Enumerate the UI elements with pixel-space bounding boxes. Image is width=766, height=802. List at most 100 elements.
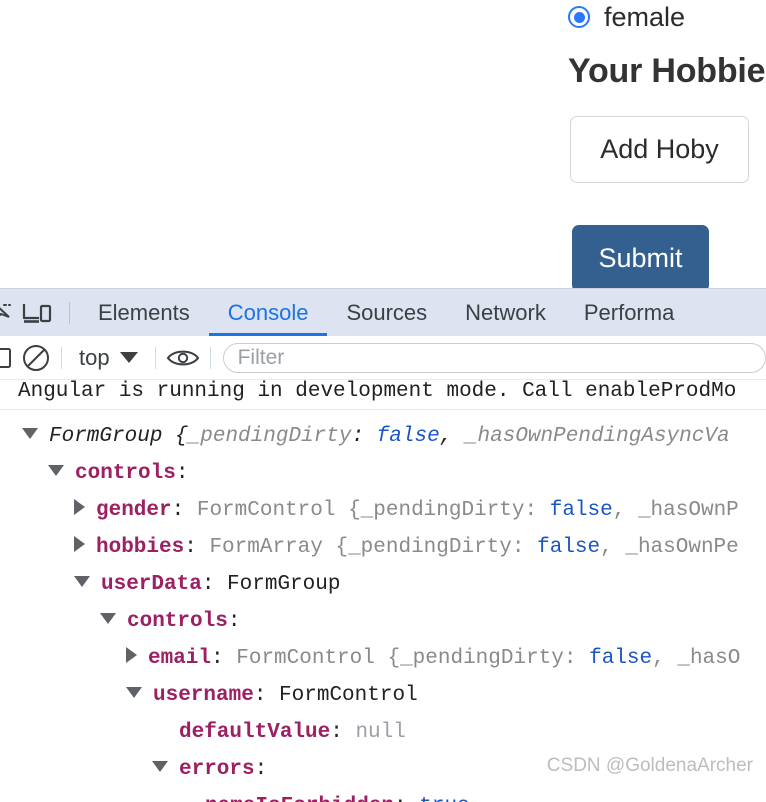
console-tree-token: _hasOwnPendingAsyncVa bbox=[464, 425, 730, 448]
console-tree-token: : bbox=[351, 425, 377, 448]
console-tree-row[interactable]: controls: bbox=[0, 455, 766, 492]
triangle-right-icon[interactable] bbox=[126, 647, 137, 664]
console-tree-token: _hasOwnPe bbox=[625, 536, 739, 559]
console-tree-token: false bbox=[589, 647, 653, 670]
screenshot-root: female Your Hobbies Add Hoby Submit Elem… bbox=[0, 0, 766, 802]
console-tree-token: , bbox=[439, 425, 465, 448]
tab-performance[interactable]: Performa bbox=[565, 289, 693, 336]
console-message-angular-dev-mode: Angular is running in development mode. … bbox=[0, 380, 766, 410]
add-hobby-button[interactable]: Add Hoby bbox=[570, 116, 749, 183]
console-tree-row[interactable]: username: FormControl bbox=[0, 677, 766, 714]
triangle-down-icon[interactable] bbox=[126, 686, 142, 698]
console-tree-row[interactable]: email: FormControl {_pendingDirty: false… bbox=[0, 640, 766, 677]
console-tree-row[interactable]: hobbies: FormArray {_pendingDirty: false… bbox=[0, 529, 766, 566]
radio-dot bbox=[573, 11, 585, 23]
live-expression-eye-icon[interactable] bbox=[156, 336, 210, 379]
console-tree-row[interactable]: errors: bbox=[0, 751, 766, 788]
devtools-panel: Elements Console Sources Network Perform… bbox=[0, 288, 766, 802]
clear-console-icon[interactable] bbox=[11, 336, 61, 379]
console-tree-token: username bbox=[153, 684, 254, 707]
console-sidebar-icon[interactable] bbox=[0, 336, 11, 379]
console-tree-token: FormControl { bbox=[236, 647, 401, 670]
console-tree-token: controls bbox=[127, 610, 228, 633]
radio-selected-icon[interactable] bbox=[568, 6, 590, 28]
devtools-tabbar: Elements Console Sources Network Perform… bbox=[0, 289, 766, 336]
console-tree-token: FormControl { bbox=[196, 499, 361, 522]
triangle-right-icon[interactable] bbox=[74, 536, 85, 553]
console-tree-token: : bbox=[524, 499, 550, 522]
console-tree-token: false bbox=[376, 425, 440, 448]
triangle-right-icon[interactable] bbox=[74, 499, 85, 516]
gender-radio-label: female bbox=[604, 1, 686, 32]
console-tree-row[interactable]: controls: bbox=[0, 603, 766, 640]
console-tree-token: errors bbox=[179, 758, 255, 781]
console-tree-token: : bbox=[511, 536, 538, 559]
triangle-down-icon[interactable] bbox=[152, 760, 168, 772]
console-tree-token: hobbies bbox=[96, 536, 185, 559]
execution-context-label: top bbox=[79, 344, 110, 370]
execution-context-selector[interactable]: top bbox=[62, 336, 155, 379]
tab-console[interactable]: Console bbox=[208, 289, 328, 336]
console-tree-row[interactable]: defaultValue: null bbox=[0, 714, 766, 751]
console-tree-token: FormGroup bbox=[227, 573, 341, 596]
console-tree-token: controls bbox=[75, 462, 176, 485]
console-tree-token: _pendingDirty bbox=[360, 499, 525, 522]
console-tree-token: _pendingDirty bbox=[187, 425, 352, 448]
console-tree-token: null bbox=[355, 721, 406, 744]
tab-elements[interactable]: Elements bbox=[79, 289, 209, 336]
console-tree-token: true bbox=[419, 795, 469, 802]
console-tree-token: _hasOwnP bbox=[637, 499, 739, 522]
console-tree-row[interactable]: FormGroup {_pendingDirty: false, _hasOwn… bbox=[0, 418, 766, 455]
console-tree-row[interactable]: gender: FormControl {_pendingDirty: fals… bbox=[0, 492, 766, 529]
console-tree-token: : bbox=[201, 573, 228, 596]
console-tree-token: _pendingDirty bbox=[400, 647, 564, 670]
console-toolbar: top bbox=[0, 336, 766, 380]
console-tree-token: _hasO bbox=[677, 647, 741, 670]
console-tree-token: : bbox=[253, 684, 280, 707]
console-tree-token: false bbox=[537, 536, 601, 559]
console-tree-token: : bbox=[330, 721, 356, 744]
console-tree-token: _pendingDirty bbox=[348, 536, 512, 559]
tabbar-divider bbox=[69, 301, 70, 324]
inspect-element-icon[interactable] bbox=[0, 289, 14, 336]
console-tree-token: { bbox=[162, 425, 188, 448]
console-object-tree: FormGroup {_pendingDirty: false, _hasOwn… bbox=[0, 410, 766, 802]
console-tree-token: : bbox=[563, 647, 590, 670]
console-tree-token: false bbox=[549, 499, 613, 522]
console-tree-token: FormControl bbox=[279, 684, 418, 707]
device-toolbar-icon[interactable] bbox=[14, 289, 60, 336]
console-tree-token: : bbox=[171, 499, 197, 522]
console-tree-token: , bbox=[652, 647, 678, 670]
angular-form-page: female Your Hobbies Add Hoby Submit bbox=[0, 0, 766, 288]
console-tree-token: userData bbox=[101, 573, 202, 596]
console-filter-input[interactable] bbox=[222, 342, 766, 373]
tab-network[interactable]: Network bbox=[446, 289, 565, 336]
console-tree-token: : bbox=[211, 647, 237, 670]
console-tree-token: FormArray { bbox=[209, 536, 349, 559]
console-tree-token: nameIsForbidden bbox=[205, 795, 394, 802]
triangle-down-icon[interactable] bbox=[22, 427, 38, 439]
chevron-down-icon bbox=[119, 352, 138, 363]
console-tree-token: : bbox=[254, 758, 268, 781]
console-tree-token: , bbox=[600, 536, 626, 559]
console-tree-token: email bbox=[148, 647, 212, 670]
console-tree-token: : bbox=[394, 795, 419, 802]
console-output[interactable]: Angular is running in development mode. … bbox=[0, 380, 766, 802]
tab-sources[interactable]: Sources bbox=[327, 289, 446, 336]
triangle-down-icon[interactable] bbox=[100, 612, 116, 624]
console-tree-token: gender bbox=[96, 499, 172, 522]
triangle-down-icon[interactable] bbox=[48, 464, 64, 476]
page-title-hobbies: Your Hobbies bbox=[568, 52, 766, 90]
console-tree-token: , bbox=[612, 499, 638, 522]
gender-radio-female[interactable]: female bbox=[568, 0, 685, 34]
console-tree-token: FormGroup bbox=[49, 425, 163, 448]
console-tree-token: : bbox=[175, 462, 189, 485]
console-tree-row[interactable]: userData: FormGroup bbox=[0, 566, 766, 603]
console-tree-row[interactable]: nameIsForbidden: true bbox=[0, 788, 766, 802]
console-tree-token: : bbox=[227, 610, 241, 633]
submit-button[interactable]: Submit bbox=[572, 225, 709, 288]
console-tree-token: : bbox=[184, 536, 210, 559]
triangle-down-icon[interactable] bbox=[74, 575, 90, 587]
